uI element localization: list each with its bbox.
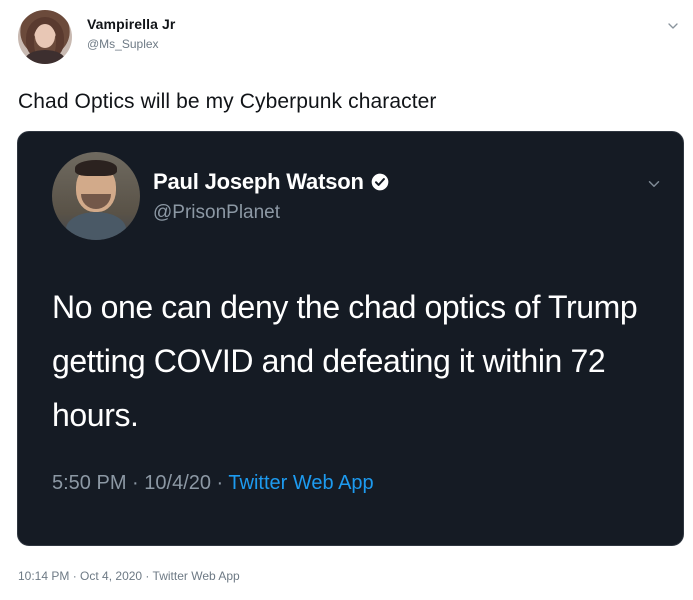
quoted-avatar[interactable]	[52, 152, 140, 240]
outer-more-icon[interactable]	[665, 18, 681, 34]
outer-date[interactable]: Oct 4, 2020	[80, 569, 142, 583]
outer-source-link[interactable]: Twitter Web App	[153, 569, 240, 583]
avatar-hair	[75, 160, 117, 176]
outer-display-name[interactable]: Vampirella Jr	[87, 16, 175, 32]
outer-tweet-text: Chad Optics will be my Cyberpunk charact…	[18, 90, 437, 113]
quoted-tweet-text: No one can deny the chad optics of Trump…	[52, 289, 638, 433]
quoted-display-name[interactable]: Paul Joseph Watson	[153, 169, 364, 195]
quoted-name-row: Paul Joseph Watson	[153, 168, 390, 196]
outer-tweet-meta: 10:14 PM · Oct 4, 2020 · Twitter Web App	[18, 569, 240, 583]
meta-separator: ·	[69, 569, 81, 583]
avatar-face	[35, 24, 55, 48]
outer-time[interactable]: 10:14 PM	[18, 569, 69, 583]
meta-separator: ·	[126, 472, 145, 494]
quoted-handle[interactable]: @PrisonPlanet	[153, 202, 280, 224]
meta-separator: ·	[211, 472, 229, 494]
quoted-more-icon[interactable]	[645, 175, 663, 193]
quoted-date[interactable]: 10/4/20	[144, 472, 211, 494]
verified-badge-icon	[370, 172, 390, 192]
quoted-tweet-card[interactable]: Paul Joseph Watson @PrisonPlanet No one …	[17, 131, 684, 546]
outer-avatar[interactable]	[18, 10, 72, 64]
avatar-body	[66, 212, 126, 240]
meta-separator: ·	[142, 569, 153, 583]
quoted-source-link[interactable]: Twitter Web App	[228, 472, 373, 494]
quoted-tweet-meta: 5:50 PM · 10/4/20 · Twitter Web App	[52, 472, 374, 495]
quoted-time[interactable]: 5:50 PM	[52, 472, 126, 494]
avatar-shirt	[25, 50, 65, 64]
outer-handle[interactable]: @Ms_Suplex	[87, 37, 159, 51]
